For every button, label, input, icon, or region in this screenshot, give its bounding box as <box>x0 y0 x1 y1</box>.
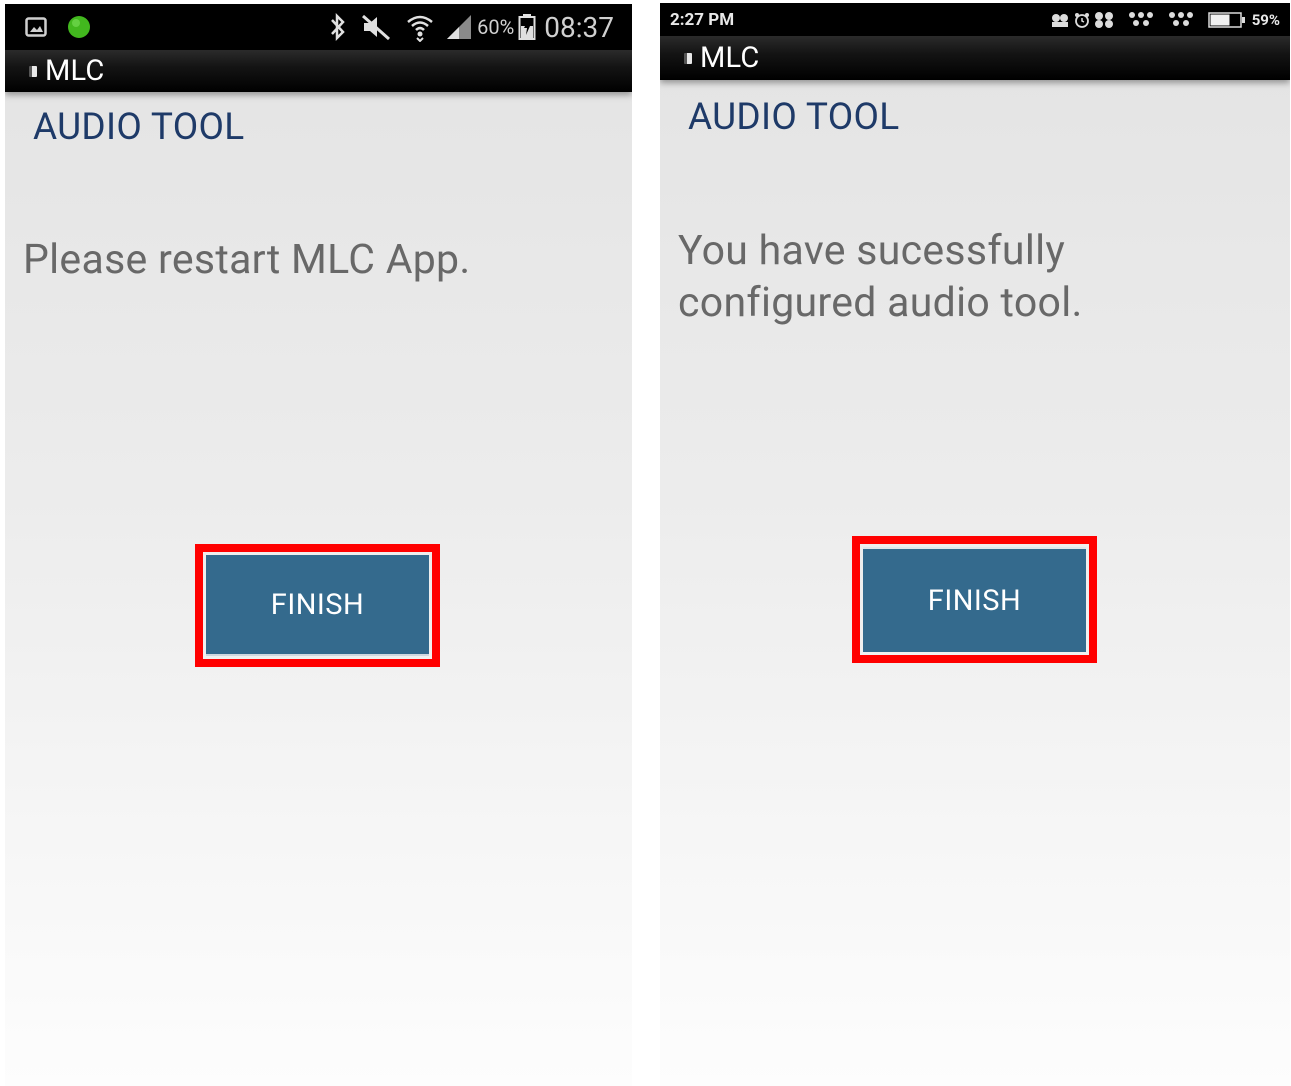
clock: 08:37 <box>544 10 614 44</box>
bluetooth-icon <box>329 13 347 41</box>
finish-button-highlight: FINISH <box>195 544 440 667</box>
finish-button-highlight: FINISH <box>852 536 1097 663</box>
message-text: You have sucessfully configured audio to… <box>678 227 1083 327</box>
battery-percent: 59% <box>1251 10 1280 29</box>
app-bar: MLC <box>660 36 1290 80</box>
app-icon <box>29 65 37 77</box>
green-dot-icon <box>67 15 91 39</box>
battery-icon <box>1207 11 1246 28</box>
app-bar: MLC <box>5 50 632 92</box>
status-bar: 60% 08:37 <box>5 4 632 50</box>
signal-icon <box>445 14 473 40</box>
mute-icon <box>361 13 391 41</box>
screen-title: AUDIO TOOL <box>33 106 245 149</box>
clock: 2:27 PM <box>670 9 735 30</box>
screen-title: AUDIO TOOL <box>688 96 900 139</box>
battery-percent: 60% <box>477 15 515 39</box>
message-text: Please restart MLC App. <box>23 236 471 284</box>
status-bar: 2:27 PM 59% <box>660 3 1290 36</box>
finish-button[interactable]: FINISH <box>206 555 429 656</box>
battery-icon <box>518 13 536 41</box>
phone-screenshot-left: 60% 08:37 MLC AUDIO TOOL Please restart … <box>5 4 632 1086</box>
app-icon <box>684 52 692 64</box>
alarm-icon <box>1074 12 1090 28</box>
app-icon <box>1128 11 1154 29</box>
app-title: MLC <box>45 54 105 88</box>
app-icon <box>1168 11 1194 29</box>
finish-button[interactable]: FINISH <box>863 547 1086 652</box>
image-icon <box>25 17 47 37</box>
notification-icon <box>1050 12 1070 28</box>
app-icon <box>1094 11 1114 29</box>
app-title: MLC <box>700 41 760 75</box>
wifi-icon <box>405 12 435 42</box>
phone-screenshot-right: 2:27 PM 59% MLC AUDIO TOOL You have suce… <box>660 3 1290 1086</box>
